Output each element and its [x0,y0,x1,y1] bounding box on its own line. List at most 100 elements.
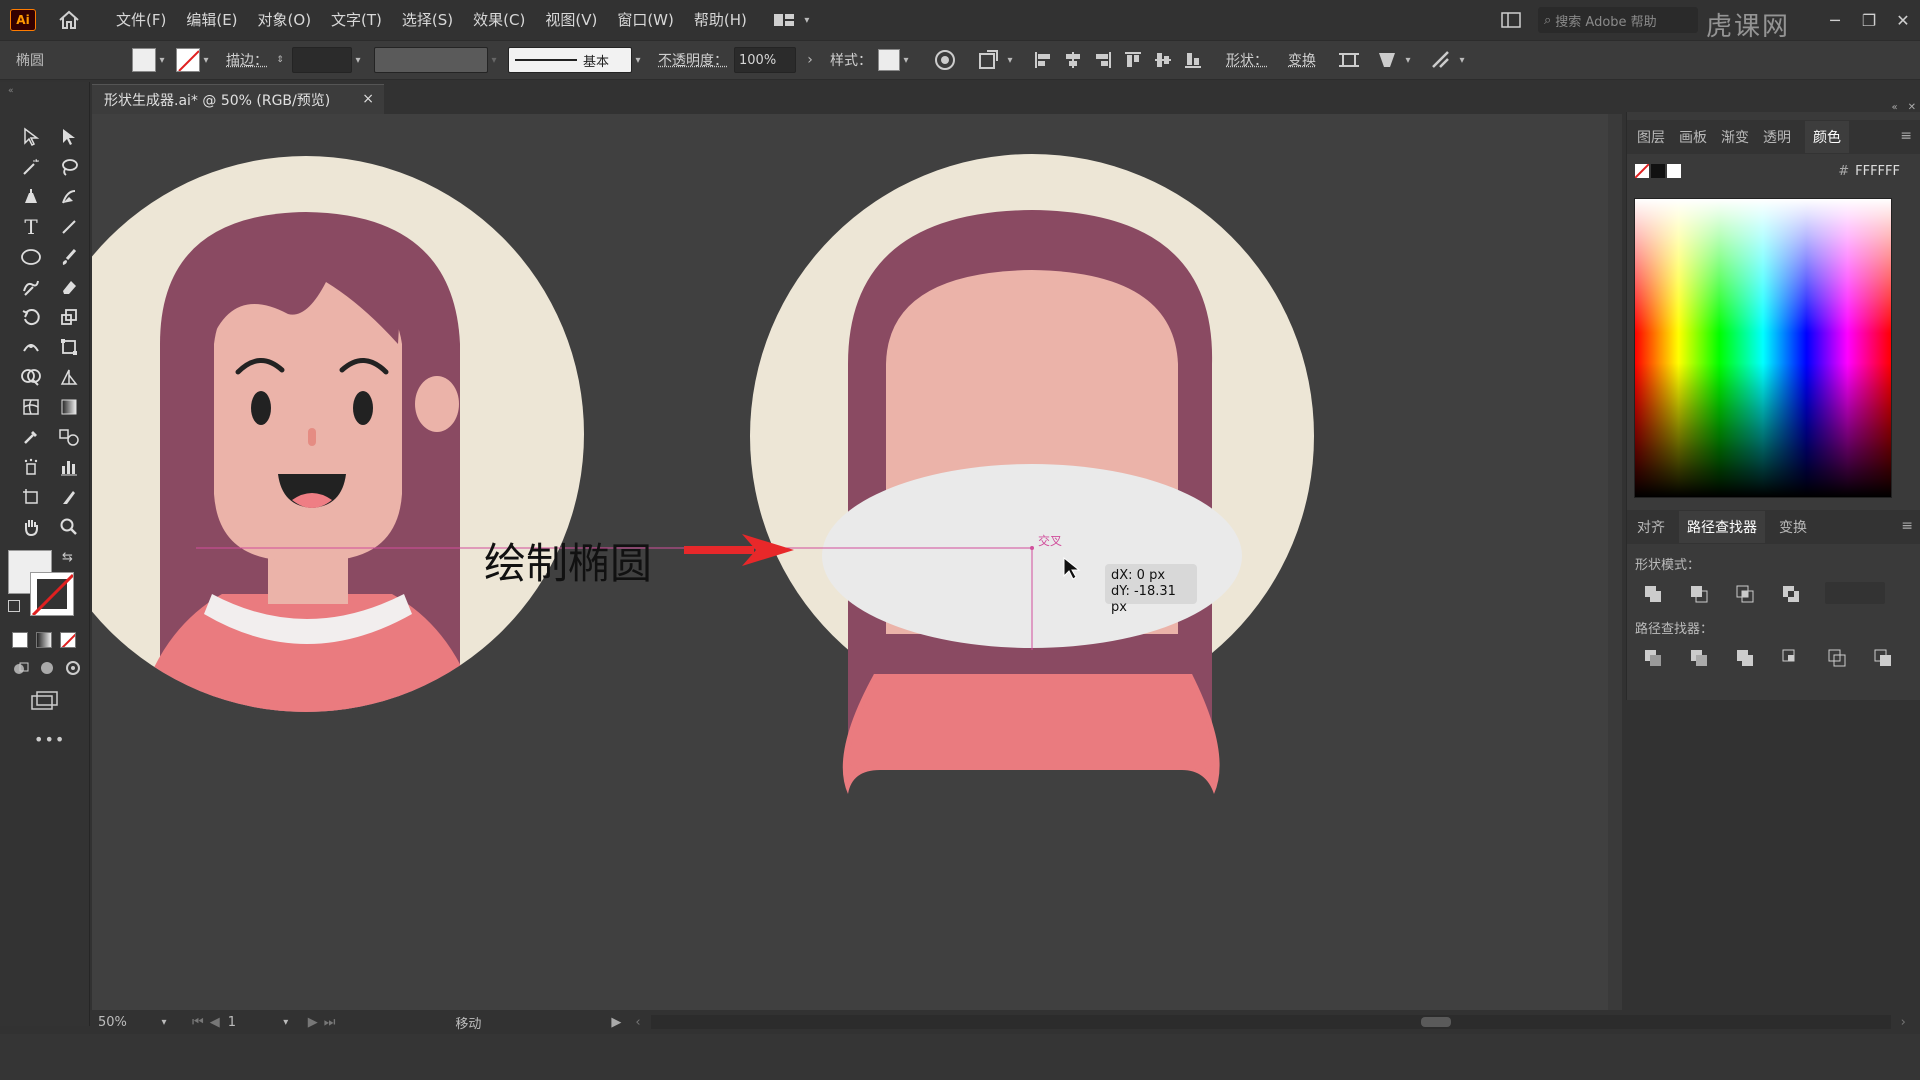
home-icon[interactable] [54,7,84,33]
hex-field[interactable]: # FFFFFF [1838,164,1900,179]
menu-file[interactable]: 文件(F) [106,0,176,40]
puppet-warp-icon[interactable] [1426,45,1456,75]
close-tab-icon[interactable]: × [362,91,374,107]
tab-gradient[interactable]: 渐变 [1721,127,1749,147]
tab-transparency[interactable]: 透明 [1763,127,1791,147]
color-spectrum[interactable] [1634,198,1892,498]
zoom-select[interactable]: 50% ▾ [98,1012,170,1032]
scale-tool-icon[interactable] [50,302,88,332]
symbol-sprayer-icon[interactable] [12,452,50,482]
unite-icon[interactable] [1641,582,1665,606]
tab-color[interactable]: 颜色 [1805,121,1849,153]
slice-tool-icon[interactable] [50,482,88,512]
tab-pathfinder[interactable]: 路径查找器 [1679,511,1765,543]
shape-label[interactable]: 形状： [1226,50,1268,70]
black-swatch[interactable] [1651,164,1665,178]
isolate-icon[interactable] [1334,45,1364,75]
gradient-tool-icon[interactable] [50,392,88,422]
minus-back-icon[interactable] [1871,646,1895,670]
curvature-tool-icon[interactable] [50,182,88,212]
draw-inside-icon[interactable] [64,660,82,676]
eraser-tool-icon[interactable] [50,272,88,302]
width-tool-icon[interactable] [12,332,50,362]
chevron-down-icon[interactable]: ▾ [1004,55,1016,66]
more-tools-icon[interactable]: ••• [34,730,65,749]
opacity-label[interactable]: 不透明度： [658,50,728,70]
envelope-distort-icon[interactable] [1372,45,1402,75]
menu-help[interactable]: 帮助(H) [684,0,757,40]
shape-builder-icon[interactable] [12,362,50,392]
divide-icon[interactable] [1641,646,1665,670]
menu-window[interactable]: 窗口(W) [607,0,684,40]
lasso-icon[interactable] [50,152,88,182]
eyedropper-icon[interactable] [12,422,50,452]
artboard-tool-icon[interactable] [12,482,50,512]
menu-view[interactable]: 视图(V) [535,0,607,40]
variable-width-profile[interactable] [374,47,488,73]
tab-align[interactable]: 对齐 [1637,517,1665,537]
paintbrush-tool-icon[interactable] [50,242,88,272]
tab-transform[interactable]: 变换 [1779,517,1807,537]
type-tool-icon[interactable]: T [12,212,50,242]
transform-icon[interactable] [974,45,1004,75]
recolor-artwork-icon[interactable] [930,45,960,75]
outline-icon[interactable] [1825,646,1849,670]
document-tab[interactable]: 形状生成器.ai* @ 50% (RGB/预览) × [92,84,384,114]
zoom-tool-icon[interactable] [50,512,88,542]
panel-collapse-icon[interactable]: « [8,86,14,96]
align-center-icon[interactable] [1058,45,1088,75]
stroke-color-box[interactable] [30,572,74,616]
vertical-scrollbar[interactable] [1608,114,1622,1010]
menu-edit[interactable]: 编辑(E) [176,0,247,40]
exclude-icon[interactable] [1779,582,1803,606]
align-bottom-icon[interactable] [1178,45,1208,75]
crop-icon[interactable] [1779,646,1803,670]
close-window-button[interactable]: ✕ [1886,5,1920,35]
menu-select[interactable]: 选择(S) [392,0,463,40]
draw-behind-icon[interactable] [38,660,56,676]
swap-fill-stroke-icon[interactable]: ⇆ [62,550,73,565]
chevron-down-icon[interactable]: ▾ [900,55,912,66]
hand-tool-icon[interactable] [12,512,50,542]
align-left-icon[interactable] [1028,45,1058,75]
mesh-tool-icon[interactable] [12,392,50,422]
brush-definition[interactable]: 基本 [508,47,632,73]
none-swatch[interactable] [1635,164,1649,178]
default-colors-icon[interactable] [8,600,20,612]
shaper-tool-icon[interactable] [12,272,50,302]
close-panels-icon[interactable]: ✕ [1908,102,1916,113]
none-mode-icon[interactable] [60,632,76,648]
panel-menu-icon[interactable]: ≡ [1901,518,1913,534]
graphic-style-swatch[interactable] [878,49,900,71]
color-mode-icon[interactable] [12,632,28,648]
next-artboard-icon[interactable]: ▶ [308,1015,318,1030]
horizontal-scrollbar[interactable] [650,1015,1891,1029]
align-middle-icon[interactable] [1148,45,1178,75]
status-menu-icon[interactable]: ▶ [611,1015,621,1030]
minimize-button[interactable]: ─ [1818,5,1852,35]
menu-type[interactable]: 文字(T) [321,0,392,40]
blend-tool-icon[interactable] [50,422,88,452]
chevron-down-icon[interactable]: ▾ [352,55,364,66]
panel-menu-icon[interactable]: ≡ [1900,128,1912,144]
draw-normal-icon[interactable] [12,660,30,676]
perspective-grid-icon[interactable] [50,362,88,392]
line-segment-tool-icon[interactable] [50,212,88,242]
chevron-right-icon[interactable]: › [804,52,816,68]
opacity-field[interactable]: 100% [734,47,796,73]
workspace-switcher[interactable]: ▾ [773,12,813,28]
direct-selection-tool-icon[interactable] [50,122,88,152]
collapse-panels-icon[interactable]: « [1891,102,1897,113]
white-swatch[interactable] [1667,164,1681,178]
help-search-input[interactable]: ⌕ 搜索 Adobe 帮助 [1538,7,1698,33]
free-transform-icon[interactable] [50,332,88,362]
stroke-swatch[interactable] [176,48,200,72]
scrollbar-thumb[interactable] [1420,1017,1451,1027]
menu-object[interactable]: 对象(O) [248,0,322,40]
selection-tool-icon[interactable] [12,122,50,152]
last-artboard-icon[interactable]: ⏭ [324,1015,336,1030]
merge-icon[interactable] [1733,646,1757,670]
pen-tool-icon[interactable] [12,182,50,212]
menu-effect[interactable]: 效果(C) [463,0,535,40]
magic-wand-icon[interactable] [12,152,50,182]
